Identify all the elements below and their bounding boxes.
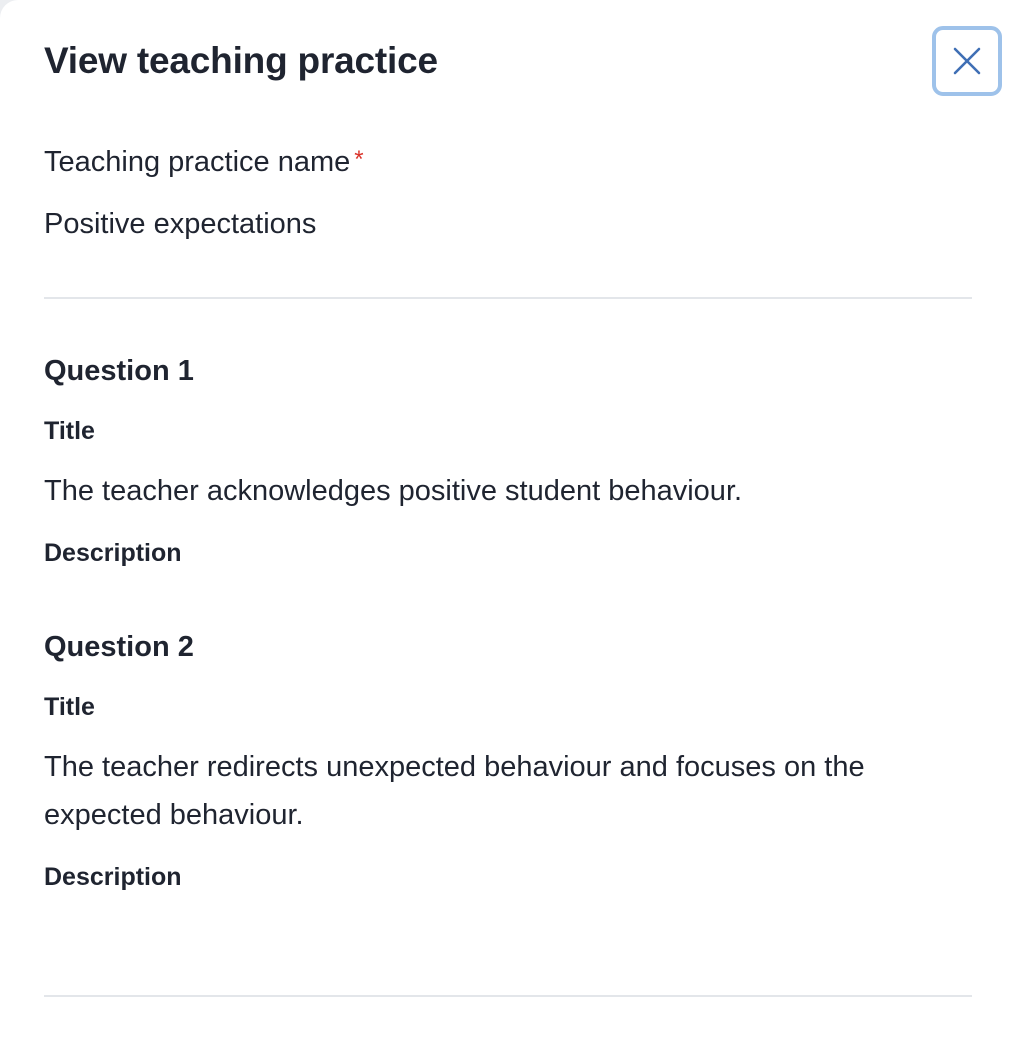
question-title-text: The teacher redirects unexpected behavio…: [44, 751, 865, 831]
view-teaching-practice-dialog: View teaching practice Teaching practice…: [0, 0, 1016, 1044]
close-button[interactable]: [932, 26, 1002, 96]
required-marker: *: [354, 146, 364, 173]
question-1: Question 1 Title The teacher acknowledge…: [44, 351, 972, 569]
question-title-text: The teacher acknowledges positive studen…: [44, 475, 743, 507]
divider: [44, 995, 972, 997]
question-title-label: Title: [44, 417, 95, 445]
question-2: Question 2 Title The teacher redirects u…: [44, 627, 972, 893]
practice-name-label: Teaching practice name *: [44, 140, 972, 184]
practice-name-field: Teaching practice name * Positive expecta…: [44, 140, 972, 244]
question-title-label: Title: [44, 693, 95, 721]
question-description-label: Description: [44, 863, 182, 891]
close-icon: [953, 47, 981, 75]
question-heading: Question 2: [44, 631, 194, 663]
practice-name-label-text: Teaching practice name: [44, 146, 351, 178]
question-description-label: Description: [44, 539, 182, 567]
divider: [44, 297, 972, 299]
dialog-header: View teaching practice: [44, 26, 1002, 106]
question-heading: Question 1: [44, 355, 194, 387]
dialog-title: View teaching practice: [44, 40, 438, 81]
practice-name-value: Positive expectations: [44, 208, 317, 240]
